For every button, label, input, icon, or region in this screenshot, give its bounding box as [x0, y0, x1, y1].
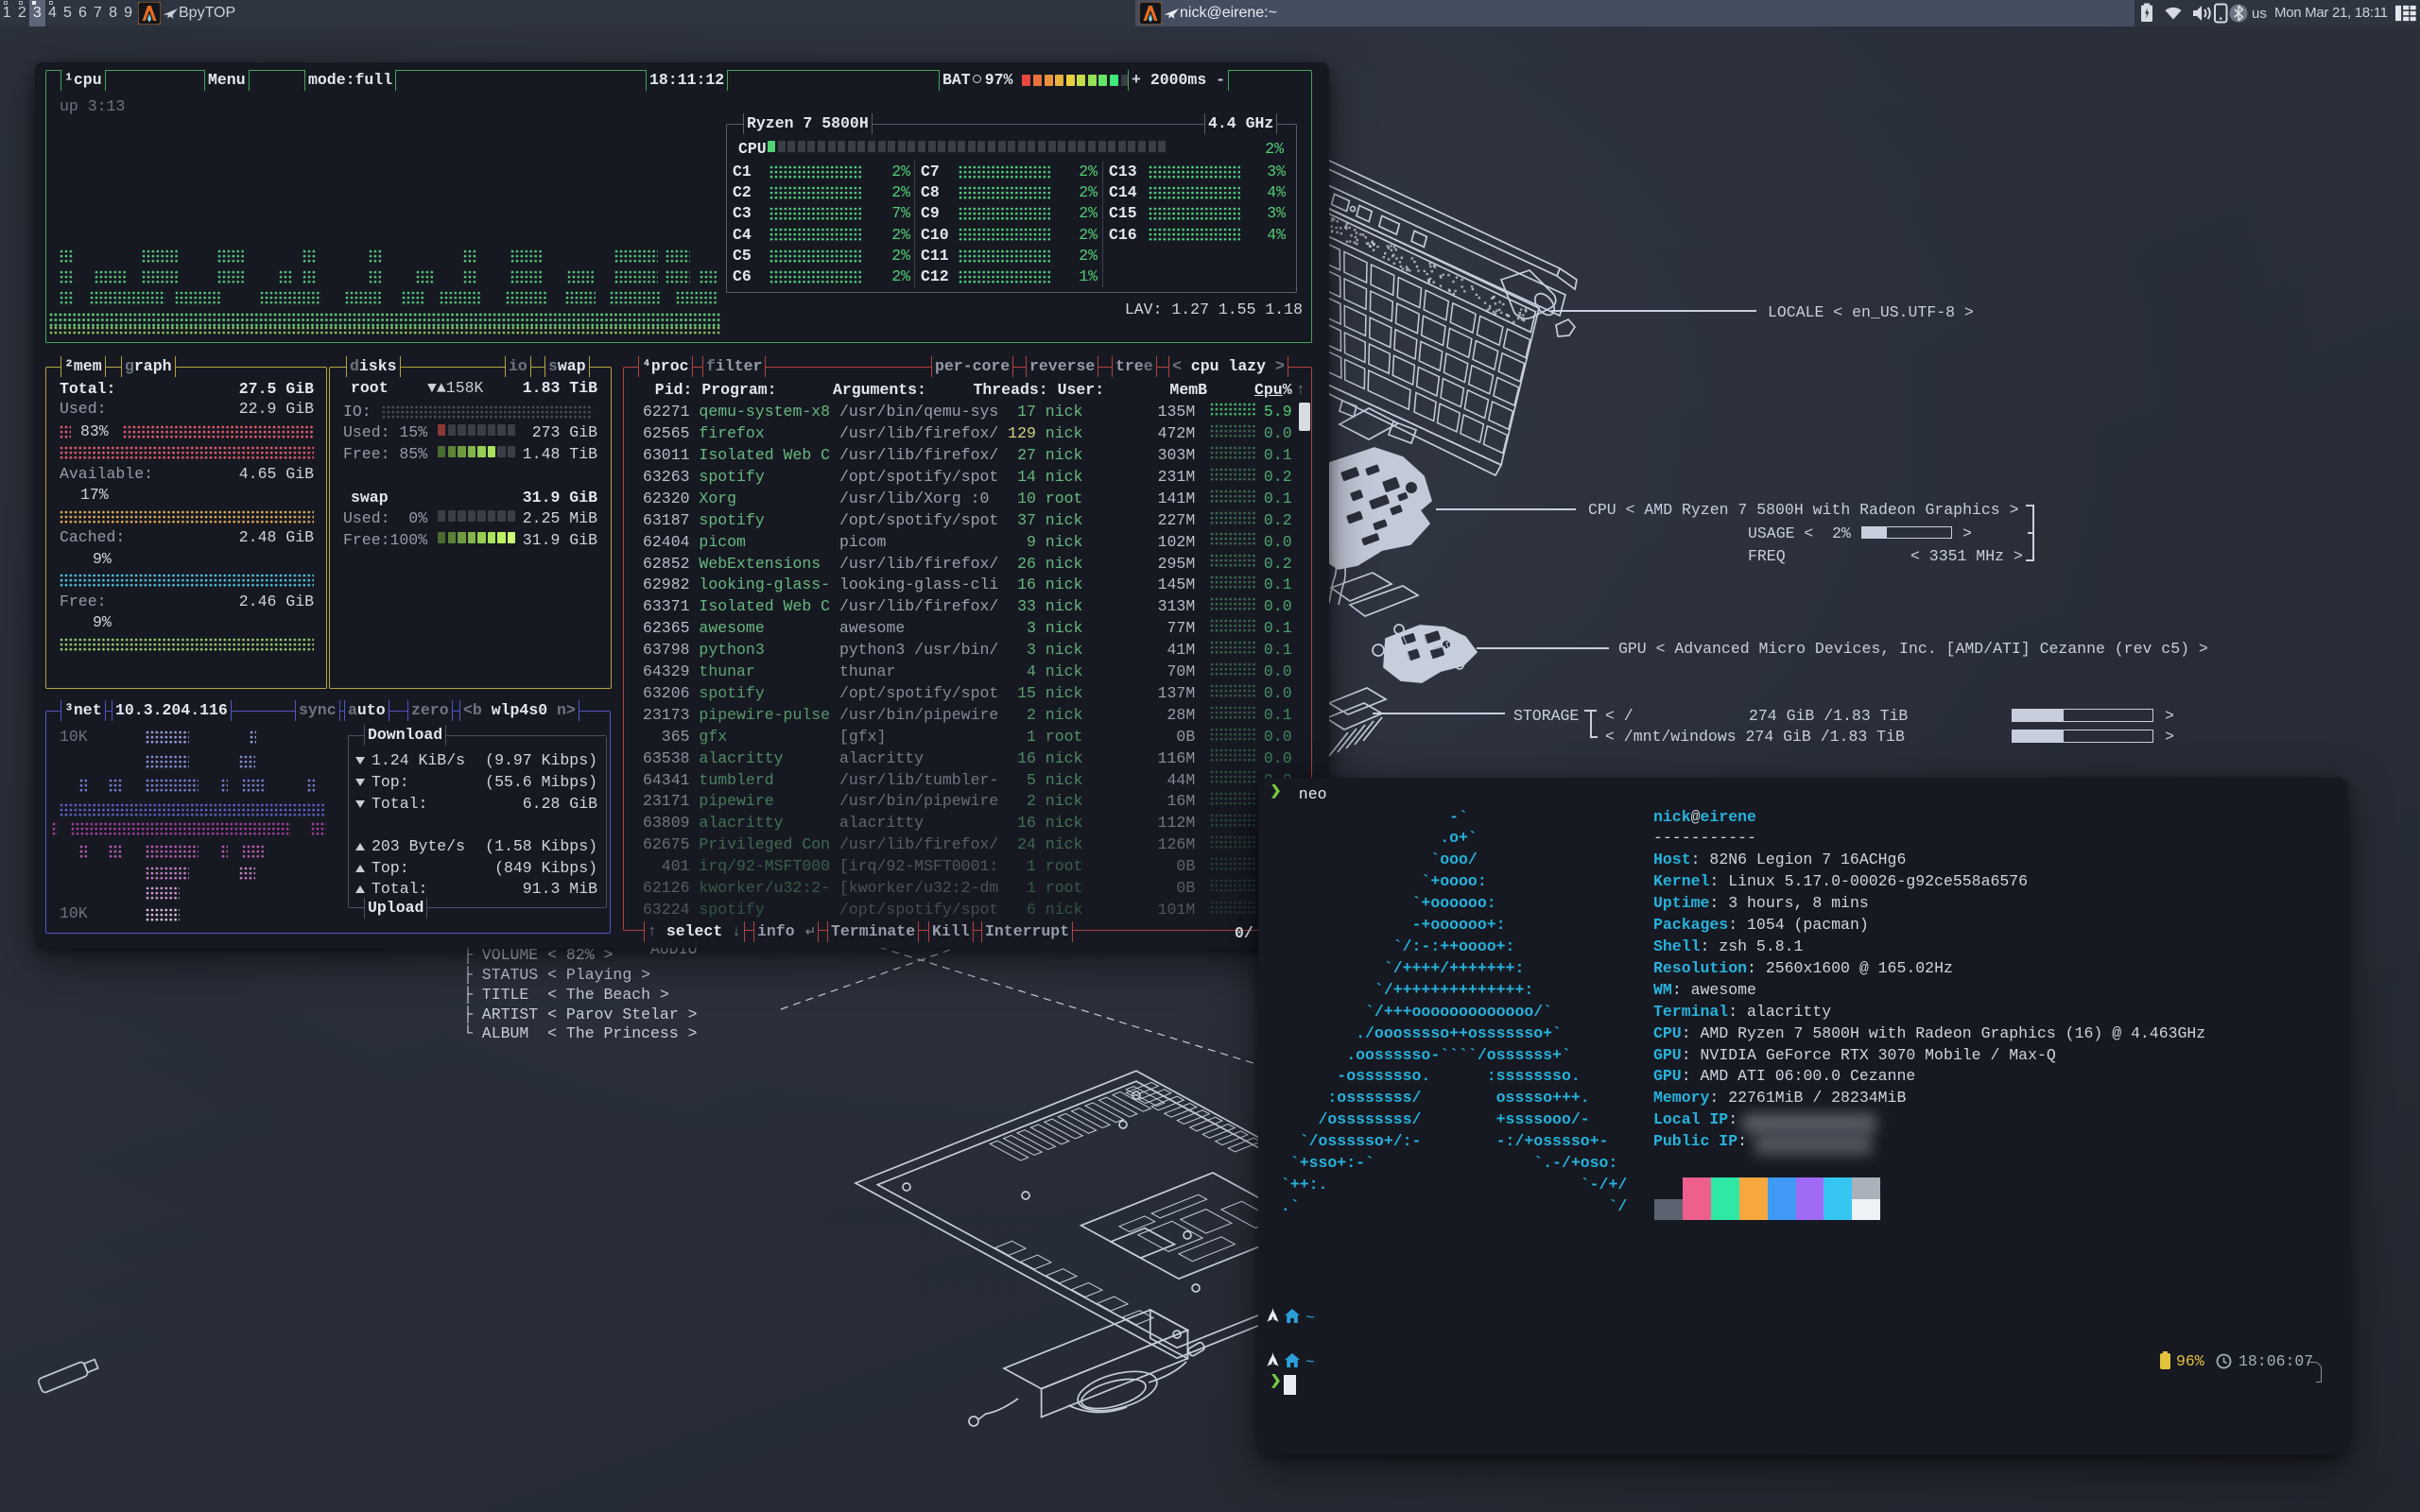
svg-text:us: us [2252, 6, 2267, 22]
